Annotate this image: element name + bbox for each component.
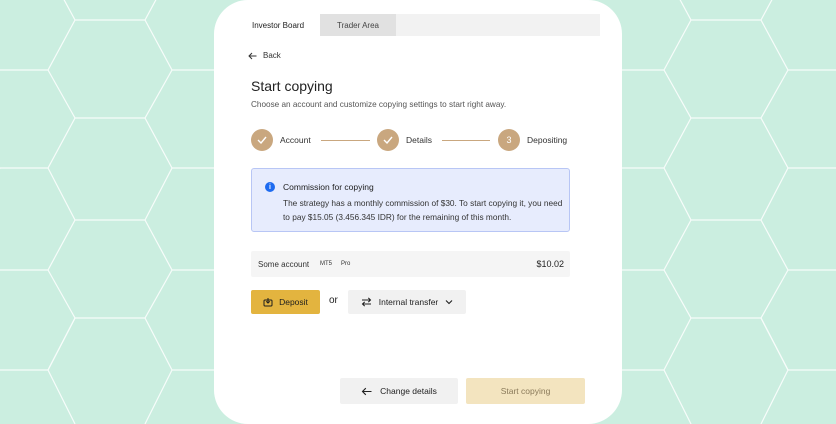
stepper: Account Details 3 Depositing xyxy=(251,129,581,151)
transfer-label: Internal transfer xyxy=(378,297,439,307)
account-type-tag: Pro xyxy=(341,261,351,267)
page-subtitle: Choose an account and customize copying … xyxy=(251,100,507,109)
board-tabs: Investor Board Trader Area xyxy=(236,14,600,36)
step-account-indicator xyxy=(251,129,273,151)
or-separator: or xyxy=(329,295,338,306)
back-link[interactable]: Back xyxy=(248,51,281,60)
swap-arrows-icon xyxy=(361,297,372,307)
step-connector xyxy=(321,140,370,141)
selected-account-row: Some account MT5 Pro $10.02 xyxy=(251,251,570,277)
info-icon: i xyxy=(265,182,275,192)
account-balance: $10.02 xyxy=(536,259,564,269)
back-label: Back xyxy=(263,51,281,60)
step-account-label: Account xyxy=(280,135,311,145)
start-copying-label: Start copying xyxy=(500,386,551,396)
step-connector xyxy=(442,140,490,141)
start-copying-card: Investor Board Trader Area Back Start co… xyxy=(214,0,622,424)
tab-trader-area[interactable]: Trader Area xyxy=(320,14,396,36)
deposit-label: Deposit xyxy=(279,297,308,307)
arrow-left-icon xyxy=(248,52,257,60)
page-title: Start copying xyxy=(251,78,333,94)
info-title: Commission for copying xyxy=(283,182,374,192)
deposit-button[interactable]: Deposit xyxy=(251,290,320,314)
deposit-icon xyxy=(263,297,273,307)
step-depositing-indicator: 3 xyxy=(498,129,520,151)
chevron-down-icon xyxy=(445,299,453,305)
account-platform-tag: MT5 xyxy=(320,261,332,267)
commission-info-banner: i Commission for copying The strategy ha… xyxy=(251,168,570,232)
arrow-left-icon xyxy=(361,387,372,396)
check-icon xyxy=(257,136,267,144)
change-details-button[interactable]: Change details xyxy=(340,378,458,404)
step-details-indicator xyxy=(377,129,399,151)
internal-transfer-dropdown[interactable]: Internal transfer xyxy=(348,290,466,314)
step-details-label: Details xyxy=(406,135,432,145)
start-copying-button[interactable]: Start copying xyxy=(466,378,585,404)
account-name: Some account xyxy=(258,260,310,269)
info-body: The strategy has a monthly commission of… xyxy=(283,198,563,222)
change-details-label: Change details xyxy=(380,386,437,396)
step-depositing-label: Depositing xyxy=(527,135,568,145)
tab-investor-board[interactable]: Investor Board xyxy=(236,14,320,36)
check-icon xyxy=(383,136,393,144)
